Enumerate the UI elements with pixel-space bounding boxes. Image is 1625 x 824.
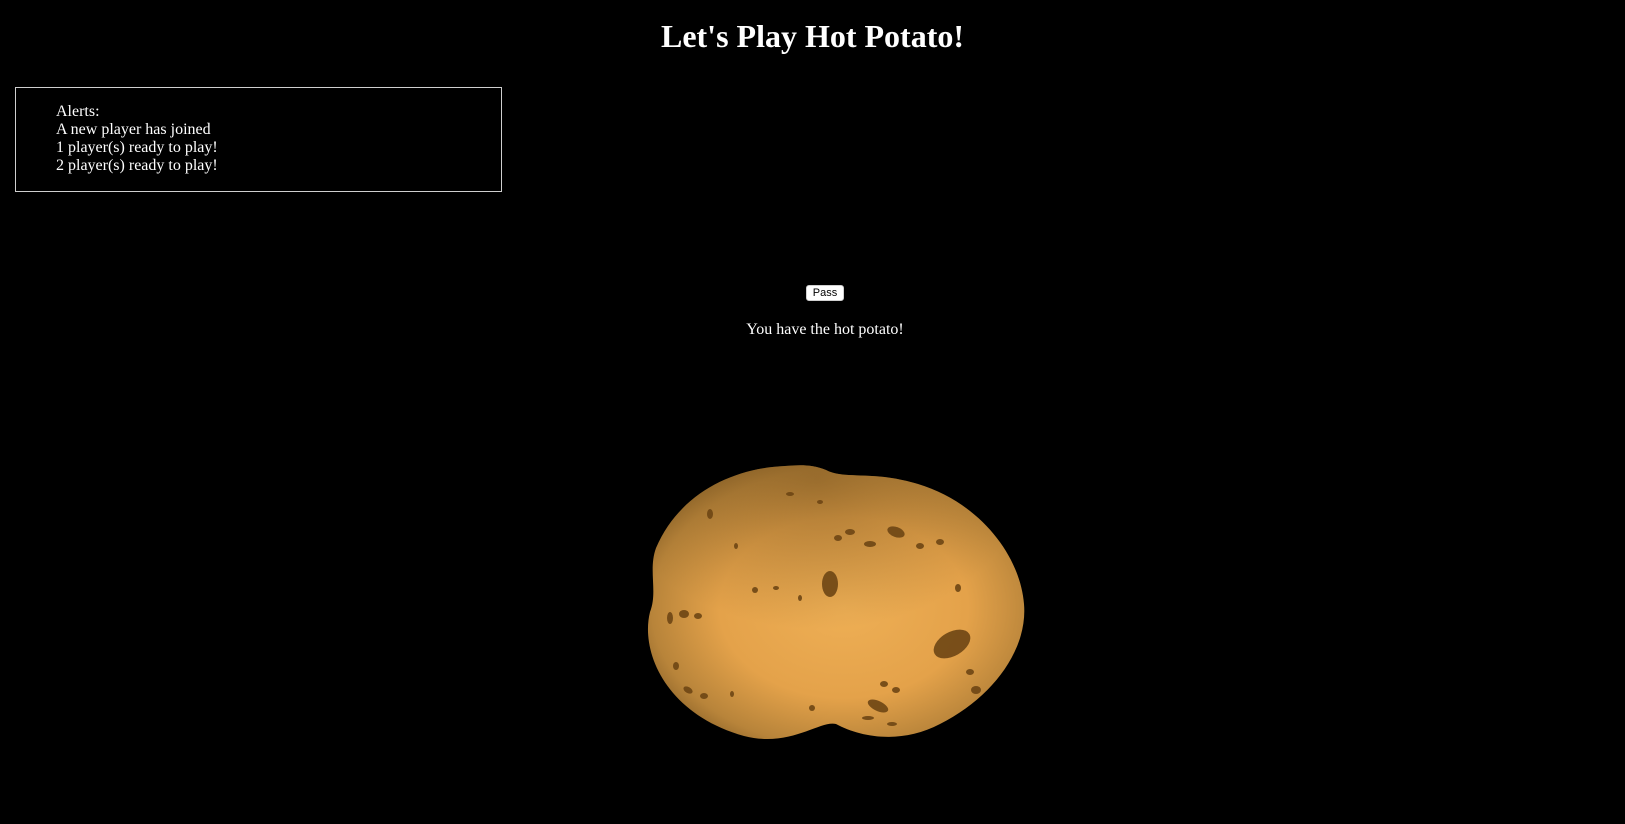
page-title: Let's Play Hot Potato! [660, 18, 965, 54]
alert-item: A new player has joined [56, 121, 211, 138]
alert-item: 1 player(s) ready to play! [56, 139, 218, 156]
potato-icon[interactable] [640, 462, 1030, 752]
alerts-heading: Alerts: [56, 103, 100, 120]
alert-item: 2 player(s) ready to play! [56, 157, 218, 174]
alerts-list: A new player has joined 1 player(s) read… [56, 121, 501, 175]
alerts-panel: Alerts: A new player has joined 1 player… [15, 87, 502, 192]
status-message: You have the hot potato! [746, 321, 904, 338]
pass-button[interactable]: Pass [806, 285, 844, 301]
